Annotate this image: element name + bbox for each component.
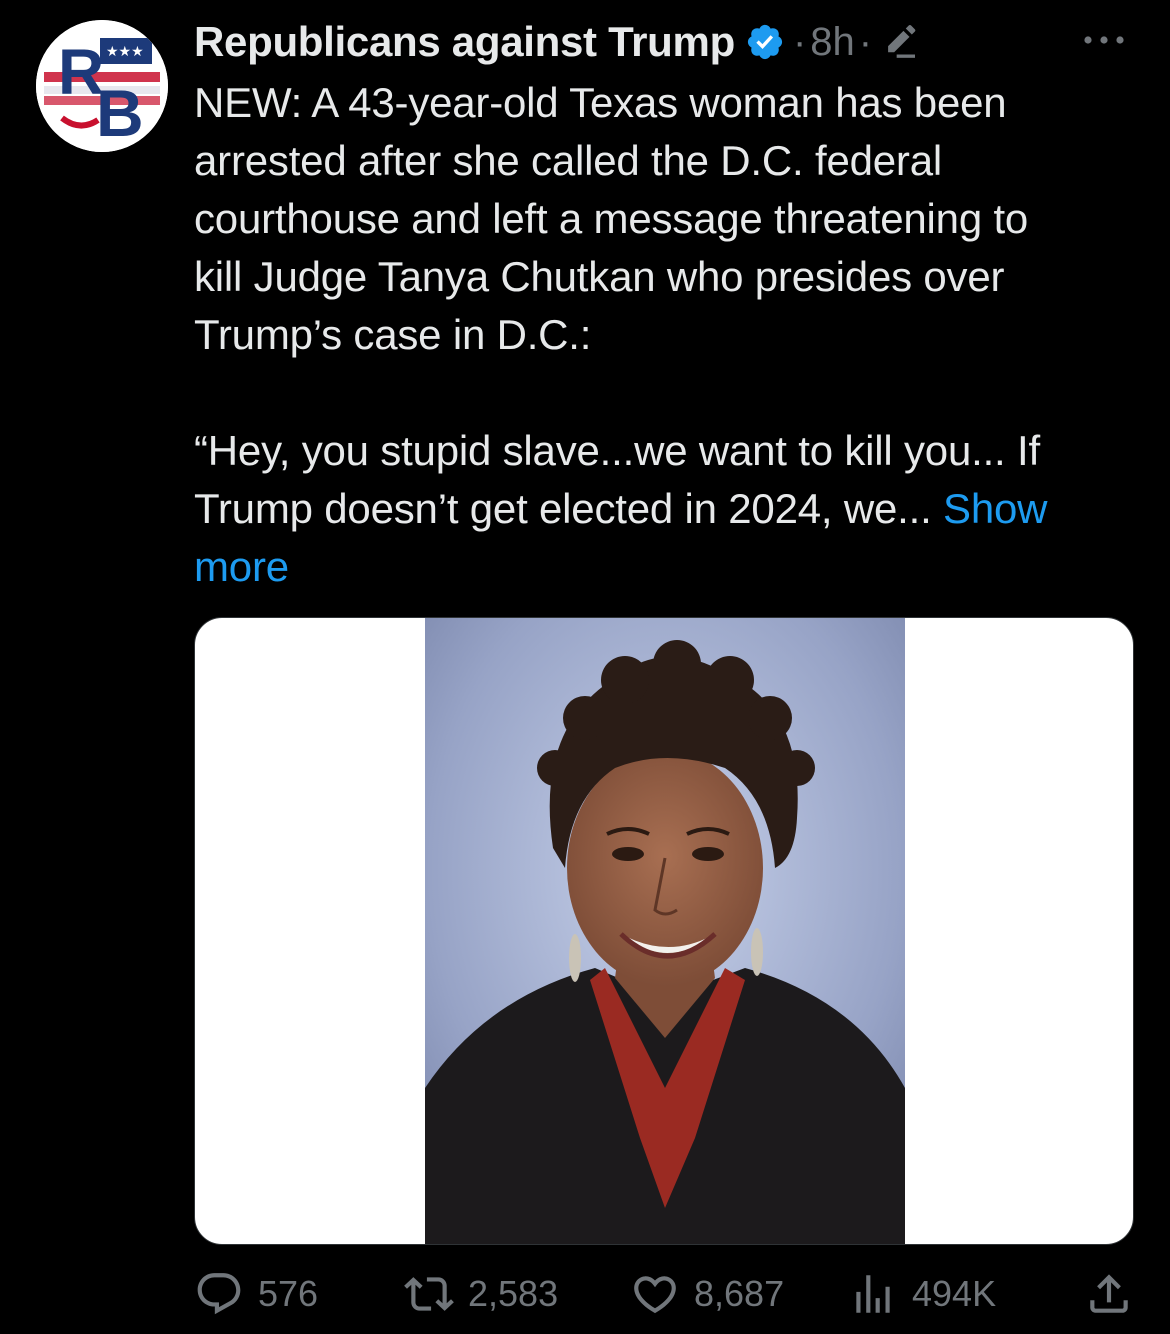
more-options-icon[interactable] bbox=[1074, 18, 1134, 62]
show-more-link[interactable]: Show bbox=[943, 485, 1047, 532]
views-count: 494K bbox=[912, 1273, 997, 1314]
tweet-header: Republicans against Trump · 8h · bbox=[194, 14, 1134, 70]
tweet: R ★★★ B Republicans against Trump · 8h · bbox=[0, 0, 1170, 1334]
tweet-text: NEW: A 43-year-old Texas woman has been … bbox=[194, 74, 1139, 596]
retweet-icon bbox=[404, 1277, 454, 1311]
media-card[interactable] bbox=[194, 617, 1134, 1245]
action-bar: 576 2,583 8,687 494K bbox=[194, 1266, 1134, 1322]
views-chart-icon bbox=[856, 1275, 890, 1313]
views-button[interactable]: 494K bbox=[848, 1266, 996, 1322]
edited-pencil-icon[interactable] bbox=[880, 22, 920, 62]
reply-icon bbox=[197, 1273, 241, 1315]
avatar[interactable]: R ★★★ B bbox=[36, 20, 168, 152]
tweet-line: courthouse and left a message threatenin… bbox=[194, 195, 1029, 242]
quote-line: Trump doesn’t get elected in 2024, we...… bbox=[194, 480, 1139, 538]
tweet-line: arrested after she called the D.C. feder… bbox=[194, 137, 942, 184]
separator-dot: · bbox=[792, 19, 807, 64]
separator-dot: · bbox=[858, 19, 873, 64]
svg-text:★★★: ★★★ bbox=[106, 44, 144, 60]
show-more-link-cont[interactable]: more bbox=[194, 543, 289, 590]
display-name[interactable]: Republicans against Trump bbox=[194, 18, 735, 66]
reply-count: 576 bbox=[258, 1273, 319, 1314]
tweet-meta: · 8h · bbox=[789, 20, 876, 65]
quote-line: “Hey, you stupid slave...we want to kill… bbox=[194, 427, 1040, 474]
tweet-time[interactable]: 8h bbox=[810, 20, 855, 65]
quote-line: more bbox=[194, 538, 1139, 596]
like-count: 8,687 bbox=[694, 1273, 785, 1314]
like-button[interactable]: 8,687 bbox=[630, 1266, 784, 1322]
quote-line-text: Trump doesn’t get elected in 2024, we... bbox=[194, 485, 932, 532]
share-icon bbox=[1090, 1274, 1128, 1313]
reply-button[interactable]: 576 bbox=[194, 1266, 318, 1322]
retweet-count: 2,583 bbox=[468, 1273, 559, 1314]
tweet-line: Trump’s case in D.C.: bbox=[194, 311, 592, 358]
rb-logo-icon: R ★★★ B bbox=[36, 20, 168, 152]
heart-icon bbox=[634, 1276, 676, 1314]
svg-text:B: B bbox=[96, 76, 144, 150]
tweet-line: kill Judge Tanya Chutkan who presides ov… bbox=[194, 253, 1005, 300]
share-button[interactable] bbox=[1084, 1266, 1134, 1322]
verified-badge-icon bbox=[745, 22, 785, 62]
retweet-button[interactable]: 2,583 bbox=[404, 1266, 558, 1322]
tweet-line: NEW: A 43-year-old Texas woman has been bbox=[194, 79, 1007, 126]
portrait-photo bbox=[425, 618, 905, 1244]
